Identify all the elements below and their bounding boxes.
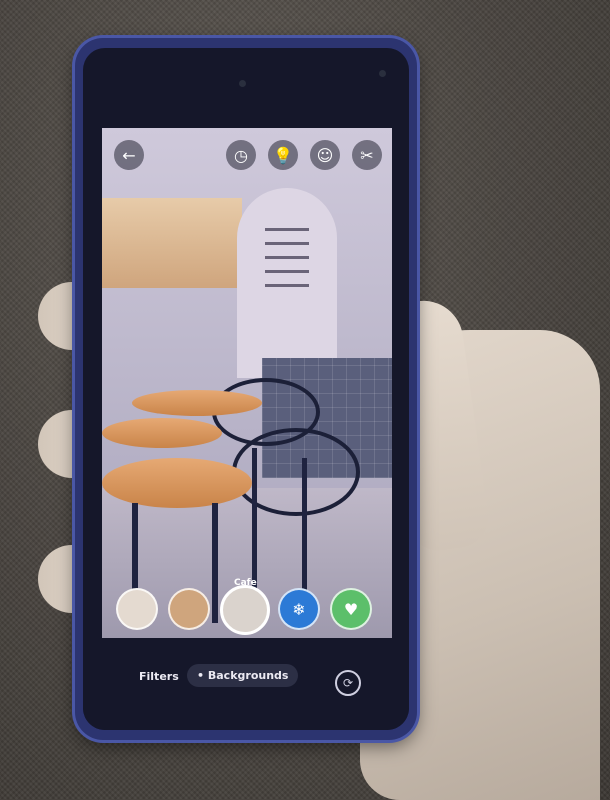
phone-device: ← ◷ 💡 ☺ ✂ Cafe ❄ ♥ Filters • Backgrounds…: [75, 38, 417, 740]
filter-thumb-cafe[interactable]: [220, 585, 270, 635]
bulb-icon: 💡: [273, 145, 293, 165]
bulb-button[interactable]: 💡: [268, 140, 298, 170]
sensor-dot: [379, 70, 386, 77]
bottom-bar: Filters • Backgrounds ⟳: [83, 648, 409, 730]
phone-screen: ← ◷ 💡 ☺ ✂ Cafe ❄ ♥ Filters • Backgrounds…: [83, 48, 409, 730]
background-arch-window: [237, 188, 337, 378]
filter-icon: ❄: [292, 599, 306, 619]
tab-filters[interactable]: Filters: [139, 670, 179, 683]
tools-button[interactable]: ✂: [352, 140, 382, 170]
filter-thumb[interactable]: ❄: [278, 588, 320, 630]
timer-icon: ◷: [234, 145, 248, 165]
camera-viewfinder[interactable]: ← ◷ 💡 ☺ ✂ Cafe ❄ ♥: [102, 128, 392, 638]
arrow-left-icon: ←: [122, 145, 136, 165]
face-mask-icon: ☺: [316, 145, 334, 165]
background-stool: [102, 458, 252, 508]
filter-thumb[interactable]: [116, 588, 158, 630]
heart-icon: ♥: [343, 599, 359, 619]
active-tab-marker: •: [197, 669, 205, 682]
camera-switch-icon: ⟳: [342, 676, 354, 690]
switch-camera-button[interactable]: ⟳: [335, 670, 361, 696]
timer-button[interactable]: ◷: [226, 140, 256, 170]
tab-backgrounds[interactable]: • Backgrounds: [187, 664, 299, 687]
background-stool: [132, 390, 262, 416]
tab-backgrounds-label: Backgrounds: [207, 669, 289, 682]
back-button[interactable]: ←: [114, 140, 144, 170]
background-shelf: [102, 198, 242, 288]
background-stool: [102, 418, 222, 448]
filter-thumb[interactable]: ♥: [330, 588, 372, 630]
filter-thumb[interactable]: [168, 588, 210, 630]
tools-icon: ✂: [360, 145, 374, 165]
face-mask-button[interactable]: ☺: [310, 140, 340, 170]
front-camera: [239, 80, 246, 87]
